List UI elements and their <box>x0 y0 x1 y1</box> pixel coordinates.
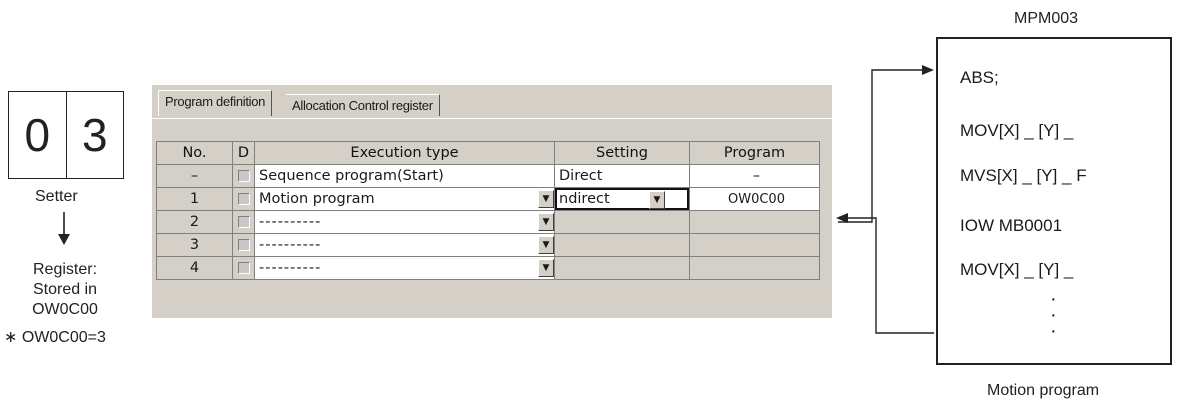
arrow-back-to-table <box>846 217 934 334</box>
program-line: MVS[X] _ [Y] _ F <box>960 166 1087 185</box>
program-caption: Motion program <box>987 382 1100 399</box>
arrow-to-program-start <box>838 69 925 223</box>
arrow-head-right-icon <box>922 65 934 75</box>
ellipsis-vertical: · · · <box>1050 289 1057 342</box>
program-line: MOV[X] _ [Y] _ <box>960 260 1074 279</box>
program-line: ABS; <box>960 68 999 87</box>
program-title: MPM003 <box>1014 10 1079 27</box>
program-line: IOW MB0001 <box>960 216 1063 235</box>
ellipsis-dot: · <box>1050 320 1057 342</box>
motion-program-box: ABS; MOV[X] _ [Y] _ MVS[X] _ [Y] _ F IOW… <box>936 37 1172 365</box>
program-line: MOV[X] _ [Y] _ <box>960 121 1074 140</box>
